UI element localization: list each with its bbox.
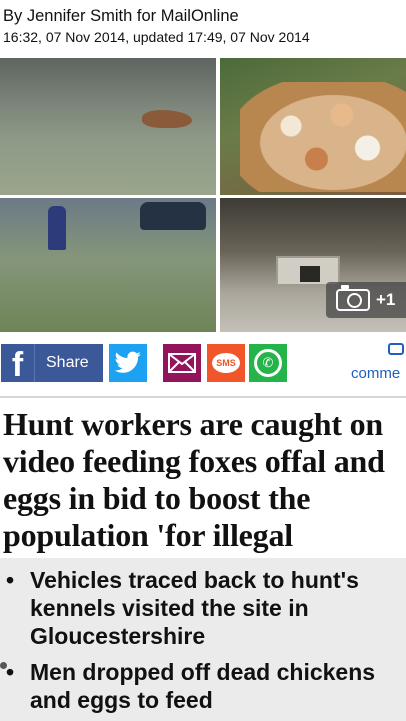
eggs-photo[interactable] bbox=[220, 58, 406, 195]
comments-link[interactable]: comme bbox=[350, 343, 406, 383]
divider bbox=[0, 396, 406, 398]
share-bar: f Share SMS ✆ comme bbox=[0, 343, 406, 383]
email-icon bbox=[168, 353, 196, 373]
facebook-icon: f bbox=[1, 344, 35, 382]
author-line[interactable]: By Jennifer Smith for MailOnline bbox=[3, 6, 406, 26]
photo-collage[interactable]: +1 bbox=[0, 58, 406, 332]
summary-bullet: • Men dropped off dead chickens and eggs… bbox=[6, 659, 376, 713]
facebook-share-label: Share bbox=[46, 354, 89, 371]
twitter-share-button[interactable] bbox=[109, 344, 147, 382]
comments-label: comme bbox=[351, 365, 401, 382]
publish-dates: 16:32, 07 Nov 2014, updated 17:49, 07 No… bbox=[3, 29, 310, 45]
man-and-vehicle-photo[interactable] bbox=[0, 198, 216, 332]
fox-photo[interactable] bbox=[0, 58, 216, 195]
article-summary-bullets: • Vehicles traced back to hunt's kennels… bbox=[0, 558, 406, 721]
scroll-indicator bbox=[0, 662, 7, 669]
summary-bullet-text: Men dropped off dead chickens and eggs t… bbox=[30, 659, 376, 713]
photo-count-badge[interactable]: +1 bbox=[326, 282, 406, 318]
facebook-share-button[interactable]: f Share bbox=[1, 344, 103, 382]
summary-bullet-text: Vehicles traced back to hunt's kennels v… bbox=[30, 567, 359, 649]
man-figure bbox=[48, 206, 66, 250]
egg-pile bbox=[240, 82, 406, 192]
fox-figure bbox=[142, 110, 192, 128]
photo-count: +1 bbox=[376, 290, 396, 309]
twitter-icon bbox=[114, 351, 141, 373]
sms-icon: SMS bbox=[212, 353, 240, 373]
camera-icon bbox=[336, 285, 370, 311]
whatsapp-share-button[interactable]: ✆ bbox=[249, 344, 287, 382]
article-byline: By Jennifer Smith for MailOnline 16:32, … bbox=[0, 0, 406, 56]
sms-share-button[interactable]: SMS bbox=[207, 344, 245, 382]
summary-bullet: • Vehicles traced back to hunt's kennels… bbox=[6, 567, 359, 649]
whatsapp-icon: ✆ bbox=[254, 349, 282, 377]
vehicle-figure bbox=[140, 202, 206, 230]
comment-icon bbox=[388, 343, 404, 355]
email-share-button[interactable] bbox=[163, 344, 201, 382]
